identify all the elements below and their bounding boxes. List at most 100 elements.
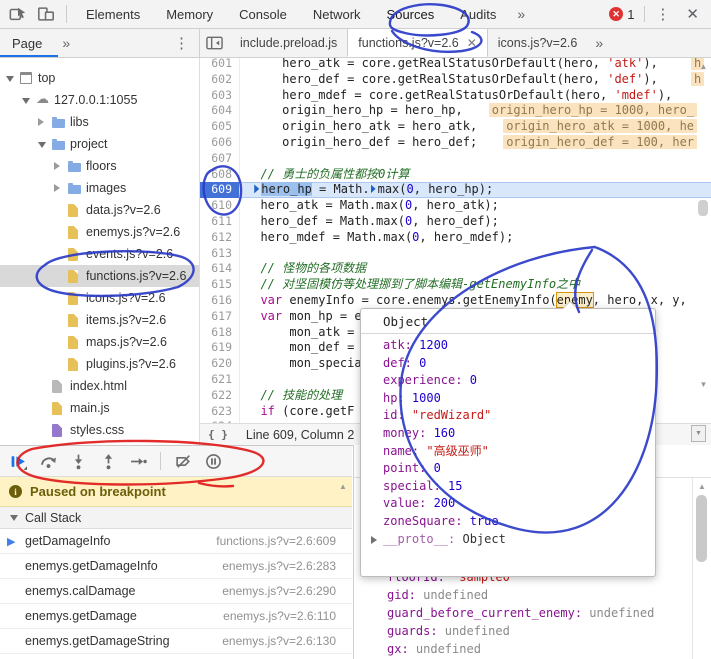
panel-tab-console[interactable]: Console: [226, 0, 300, 28]
line-number-618[interactable]: 618: [200, 325, 232, 341]
line-number-621[interactable]: 621: [200, 372, 232, 388]
more-panels-chevron[interactable]: »: [509, 6, 533, 22]
expanded-arrow-icon[interactable]: [38, 142, 46, 148]
right-panel-scroll-up-icon[interactable]: ▲: [698, 482, 706, 491]
devtools-menu-icon[interactable]: ⋮: [645, 5, 680, 23]
deactivate-breakpoints-button[interactable]: [173, 451, 193, 471]
expanded-arrow-icon[interactable]: [6, 76, 14, 82]
line-number-608[interactable]: 608: [200, 167, 232, 183]
hide-navigator-icon[interactable]: [204, 33, 224, 53]
line-number-607[interactable]: 607: [200, 151, 232, 167]
left-panel-scroll-up-icon[interactable]: ▲: [339, 482, 347, 491]
line-number-617[interactable]: 617: [200, 309, 232, 325]
scope-variable-gid[interactable]: gid: undefined: [387, 586, 488, 604]
collapsed-arrow-icon[interactable]: [54, 162, 60, 170]
panel-tab-elements[interactable]: Elements: [73, 0, 153, 28]
code-text: var: [246, 293, 282, 307]
navigator-more-chevron[interactable]: »: [54, 35, 78, 51]
line-number-603[interactable]: 603: [200, 88, 232, 104]
panel-tab-sources[interactable]: Sources: [374, 0, 448, 28]
line-number-606[interactable]: 606: [200, 135, 232, 151]
line-number-602[interactable]: 602: [200, 72, 232, 88]
more-file-tabs-chevron[interactable]: »: [587, 35, 611, 51]
line-number-605[interactable]: 605: [200, 119, 232, 135]
line-number-610[interactable]: 610: [200, 198, 232, 214]
call-stack-frame-enemys-getdamageinfo[interactable]: enemys.getDamageInfoenemys.js?v=2.6:283: [0, 554, 352, 579]
error-badge[interactable]: ✕ 1: [609, 7, 634, 22]
device-toolbar-icon[interactable]: [36, 4, 56, 24]
inspect-element-icon[interactable]: [8, 4, 28, 24]
editor-scroll-down-icon[interactable]: ▼: [697, 380, 710, 389]
tree-item-libs[interactable]: libs: [0, 111, 199, 133]
resume-button[interactable]: [8, 451, 28, 471]
close-tab-icon[interactable]: ✕: [467, 36, 477, 50]
tree-item-styles-css[interactable]: styles.css: [0, 419, 199, 441]
tree-item-project[interactable]: project: [0, 133, 199, 155]
line-number-609[interactable]: 609: [200, 182, 239, 198]
right-panel-scrollbar[interactable]: [696, 495, 707, 562]
tree-item-items-js-v-2-6[interactable]: items.js?v=2.6: [0, 309, 199, 331]
file-tab-include-preload-js[interactable]: include.preload.js: [230, 29, 347, 57]
line-number-623[interactable]: 623: [200, 404, 232, 420]
scope-variable-gx[interactable]: gx: undefined: [387, 640, 481, 658]
line-number-620[interactable]: 620: [200, 356, 232, 372]
file-tab-functions-js-v-2-6[interactable]: functions.js?v=2.6✕: [347, 29, 487, 57]
step-over-button[interactable]: [38, 451, 58, 471]
tree-item-127-0-0-1-1055[interactable]: ☁127.0.0.1:1055: [0, 89, 199, 111]
step-out-button[interactable]: [98, 451, 118, 471]
editor-vertical-scrollbar[interactable]: [698, 200, 708, 216]
navigator-tab-page[interactable]: Page: [0, 36, 54, 51]
step-into-button[interactable]: [68, 451, 88, 471]
line-number-619[interactable]: 619: [200, 340, 232, 356]
step-button[interactable]: [128, 451, 148, 471]
panel-tab-audits[interactable]: Audits: [447, 0, 509, 28]
line-number-616[interactable]: 616: [200, 293, 232, 309]
line-number-611[interactable]: 611: [200, 214, 232, 230]
tree-item-top[interactable]: top: [0, 67, 199, 89]
tree-item-plugins-js-v-2-6[interactable]: plugins.js?v=2.6: [0, 353, 199, 375]
code-line: hero_atk = Math.max(0, hero_atk);: [246, 198, 499, 214]
tree-item-index-html[interactable]: index.html: [0, 375, 199, 397]
call-stack-frame-enemys-getdamage[interactable]: enemys.getDamageenemys.js?v=2.6:110: [0, 604, 352, 629]
tree-item-enemys-js-v-2-6[interactable]: enemys.js?v=2.6: [0, 221, 199, 243]
object-property-proto[interactable]: __proto__: Object: [383, 531, 506, 549]
frame-icon: [20, 72, 32, 84]
tree-item-data-js-v-2-6[interactable]: data.js?v=2.6: [0, 199, 199, 221]
corner-widget-icon[interactable]: ▼: [691, 425, 706, 442]
code-text: // 技能的处理: [246, 388, 342, 402]
call-stack-frame-enemys-caldamage[interactable]: enemys.calDamageenemys.js?v=2.6:290: [0, 579, 352, 604]
tree-item-icons-js-v-2-6[interactable]: icons.js?v=2.6: [0, 287, 199, 309]
line-number-601[interactable]: 601: [200, 58, 232, 72]
tree-item-main-js[interactable]: main.js: [0, 397, 199, 419]
scope-variable-guard-before-current-enemy[interactable]: guard_before_current_enemy: undefined: [387, 604, 654, 622]
call-stack-header[interactable]: Call Stack: [0, 507, 352, 529]
tree-item-label: events.js?v=2.6: [86, 247, 173, 261]
tree-item-floors[interactable]: floors: [0, 155, 199, 177]
line-number-622[interactable]: 622: [200, 388, 232, 404]
panel-tab-network[interactable]: Network: [300, 0, 374, 28]
panel-splitter[interactable]: [353, 445, 354, 659]
tree-item-events-js-v-2-6[interactable]: events.js?v=2.6: [0, 243, 199, 265]
editor-scroll-up-icon[interactable]: ▲: [697, 62, 710, 71]
file-tab-icons-js-v-2-6[interactable]: icons.js?v=2.6: [488, 29, 588, 57]
scope-variable-guards[interactable]: guards: undefined: [387, 622, 510, 640]
line-number-615[interactable]: 615: [200, 277, 232, 293]
tree-item-images[interactable]: images: [0, 177, 199, 199]
line-number-612[interactable]: 612: [200, 230, 232, 246]
close-devtools-icon[interactable]: ✕: [680, 5, 711, 23]
tree-item-functions-js-v-2-6[interactable]: functions.js?v=2.6: [0, 265, 199, 287]
panel-tab-memory[interactable]: Memory: [153, 0, 226, 28]
call-stack-frame-getdamageinfo[interactable]: ▶getDamageInfofunctions.js?v=2.6:609: [0, 529, 352, 554]
line-number-613[interactable]: 613: [200, 246, 232, 262]
collapsed-arrow-icon[interactable]: [38, 118, 44, 126]
call-stack-frame-enemys-getdamagestring[interactable]: enemys.getDamageStringenemys.js?v=2.6:13…: [0, 629, 352, 654]
tree-item-maps-js-v-2-6[interactable]: maps.js?v=2.6: [0, 331, 199, 353]
pause-on-exceptions-button[interactable]: [203, 451, 223, 471]
collapsed-arrow-icon[interactable]: [54, 184, 60, 192]
expand-arrow-icon[interactable]: [371, 536, 377, 544]
line-number-604[interactable]: 604: [200, 103, 232, 119]
navigator-menu-icon[interactable]: ⋮: [164, 34, 199, 52]
pretty-print-icon[interactable]: { }: [208, 428, 228, 441]
expanded-arrow-icon[interactable]: [22, 98, 30, 104]
line-number-614[interactable]: 614: [200, 261, 232, 277]
